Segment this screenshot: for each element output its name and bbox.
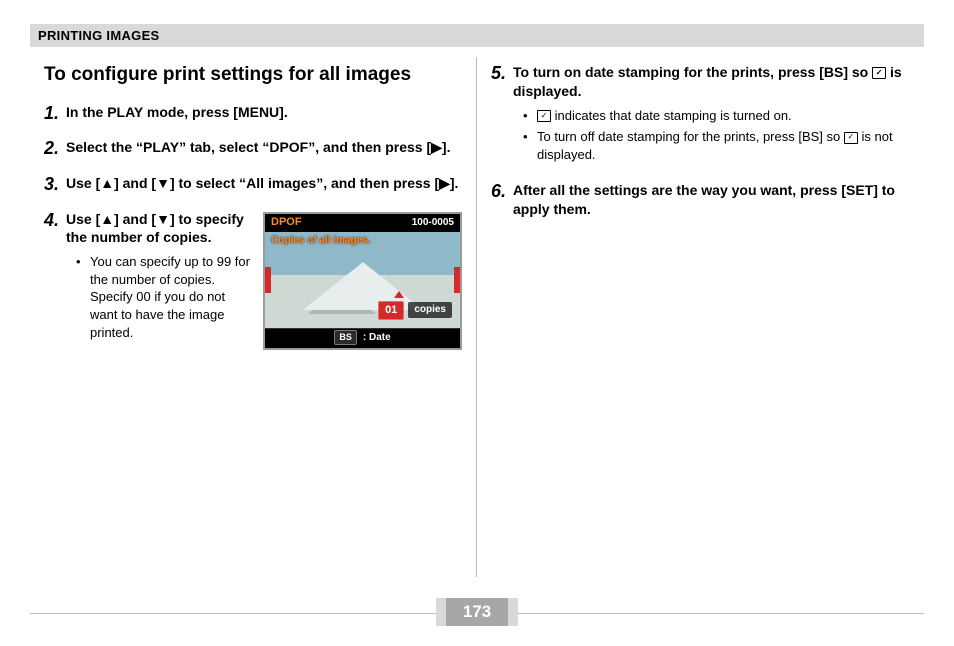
camera-caption: Copies of all images. (271, 234, 370, 248)
step-text-part: To turn on date stamping for the prints,… (513, 64, 872, 80)
camera-bottom-bar: BS : Date (265, 328, 460, 347)
copies-value: 01 (378, 301, 404, 320)
bullet-text: To turn off date stamping for the prints… (537, 129, 844, 144)
left-column: To configure print settings for all imag… (30, 57, 477, 577)
right-tab-icon (454, 267, 460, 293)
camera-bottom-label: : Date (363, 331, 391, 345)
bullet-item: ✓ indicates that date stamping is turned… (527, 107, 910, 125)
step-4: 4. Use [▲] and [▼] to specify the number… (44, 210, 462, 350)
camera-file-counter: 100-0005 (412, 216, 454, 230)
content-columns: To configure print settings for all imag… (30, 57, 924, 577)
date-stamp-icon: ✓ (872, 67, 886, 79)
bullet-item: To turn off date stamping for the prints… (527, 128, 910, 163)
step-text: Use [▲] and [▼] to specify the number of… (66, 211, 244, 246)
step-number: 1. (44, 103, 66, 125)
step-5: 5. To turn on date stamping for the prin… (491, 63, 910, 167)
step4-text-block: Use [▲] and [▼] to specify the number of… (66, 210, 253, 346)
camera-mode-label: DPOF (271, 215, 302, 230)
step5-bullets: ✓ indicates that date stamping is turned… (513, 107, 910, 164)
bullet-item: You can specify up to 99 for the number … (80, 253, 253, 341)
manual-page: PRINTING IMAGES To configure print setti… (0, 0, 954, 646)
page-footer: 173 (30, 598, 924, 628)
camera-screen-illustration: DPOF 100-0005 Copies of all images. (263, 212, 462, 350)
step-3: 3. Use [▲] and [▼] to select “All images… (44, 174, 462, 196)
date-stamp-icon: ✓ (537, 110, 551, 122)
copies-label: copies (408, 302, 452, 318)
step4-bullets: You can specify up to 99 for the number … (66, 253, 253, 341)
section-title: PRINTING IMAGES (38, 28, 160, 43)
step-number: 5. (491, 63, 513, 85)
step-number: 6. (491, 181, 513, 203)
step-text: After all the settings are the way you w… (513, 181, 910, 219)
step-number: 2. (44, 138, 66, 160)
step-body: Use [▲] and [▼] to specify the number of… (66, 210, 462, 350)
step-body: To turn on date stamping for the prints,… (513, 63, 910, 167)
left-tab-icon (265, 267, 271, 293)
page-number: 173 (436, 598, 518, 626)
step-text: In the PLAY mode, press [MENU]. (66, 103, 462, 122)
bs-key-label: BS (334, 330, 357, 344)
step-6: 6. After all the settings are the way yo… (491, 181, 910, 219)
right-column: 5. To turn on date stamping for the prin… (477, 57, 924, 577)
bullet-text: indicates that date stamping is turned o… (555, 108, 792, 123)
step-1: 1. In the PLAY mode, press [MENU]. (44, 103, 462, 125)
section-header: PRINTING IMAGES (30, 24, 924, 47)
step-2: 2. Select the “PLAY” tab, select “DPOF”,… (44, 138, 462, 160)
date-stamp-icon: ✓ (844, 132, 858, 144)
step-number: 4. (44, 210, 66, 232)
step-text: Select the “PLAY” tab, select “DPOF”, an… (66, 138, 462, 157)
step-text: Use [▲] and [▼] to select “All images”, … (66, 174, 462, 193)
camera-preview: Copies of all images. 01 copies (265, 232, 460, 328)
copies-indicator: 01 copies (378, 301, 452, 320)
step-number: 3. (44, 174, 66, 196)
page-subtitle: To configure print settings for all imag… (44, 63, 462, 87)
arrow-up-icon (394, 291, 404, 298)
camera-top-bar: DPOF 100-0005 (265, 214, 460, 232)
